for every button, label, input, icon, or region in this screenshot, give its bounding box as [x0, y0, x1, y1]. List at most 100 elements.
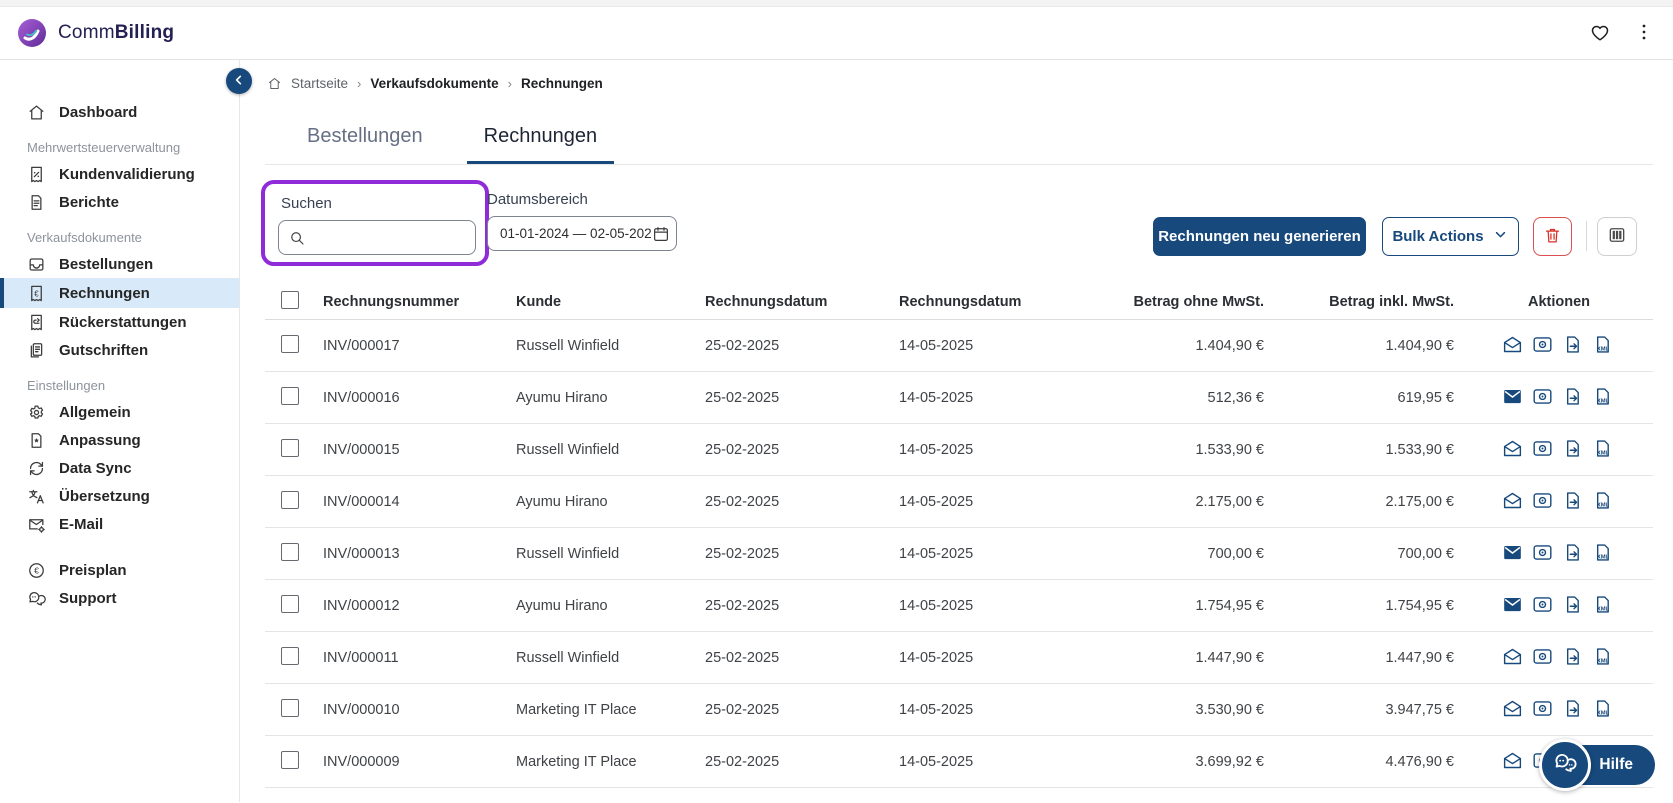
svg-text:XML: XML — [1597, 398, 1610, 404]
email-invoice-button[interactable] — [1502, 438, 1523, 462]
customer-cell: Russell Winfield — [516, 338, 705, 354]
row-checkbox[interactable] — [281, 387, 299, 405]
date-range-input[interactable]: 01-01-2024 — 02-05-202 — [487, 216, 677, 251]
email-invoice-button[interactable] — [1502, 698, 1523, 722]
tab-bestellungen[interactable]: Bestellungen — [290, 125, 440, 164]
sidebar-item-bersetzung[interactable]: Übersetzung — [0, 482, 239, 510]
sidebar-item-bestellungen[interactable]: Bestellungen — [0, 250, 239, 278]
sidebar-item-allgemein[interactable]: Allgemein — [0, 398, 239, 426]
view-invoice-button[interactable] — [1532, 334, 1553, 358]
view-invoice-button[interactable] — [1532, 646, 1553, 670]
export-invoice-button[interactable] — [1562, 334, 1583, 358]
sidebar-item-preisplan[interactable]: €Preisplan — [0, 556, 239, 584]
download-xml-button[interactable]: XML — [1592, 542, 1613, 566]
sidebar-item-kundenvalidierung[interactable]: Kundenvalidierung — [0, 160, 239, 188]
view-invoice-button[interactable] — [1532, 594, 1553, 618]
kebab-menu-icon — [1633, 21, 1655, 46]
customer-cell: Ayumu Hirano — [516, 598, 705, 614]
svg-text:XML: XML — [1597, 502, 1610, 508]
row-checkbox[interactable] — [281, 751, 299, 769]
sidebar-item-label: Rechnungen — [59, 285, 150, 302]
email-invoice-button[interactable] — [1502, 646, 1523, 670]
breadcrumb-separator: › — [508, 76, 512, 91]
gross-amount-cell: 1.754,95 € — [1264, 598, 1454, 614]
view-invoice-button[interactable] — [1532, 490, 1553, 514]
view-invoice-button[interactable] — [1532, 386, 1553, 410]
sidebar-item-rechnungen[interactable]: €Rechnungen — [0, 278, 239, 308]
home-icon — [27, 103, 46, 122]
export-invoice-button[interactable] — [1562, 490, 1583, 514]
email-invoice-button[interactable] — [1502, 750, 1523, 774]
export-invoice-button[interactable] — [1562, 438, 1583, 462]
col-rechnungsnummer: Rechnungsnummer — [323, 294, 516, 310]
email-invoice-button[interactable] — [1502, 334, 1523, 358]
email-invoice-button[interactable] — [1502, 490, 1523, 514]
sidebar-item-e-mail[interactable]: E-Mail — [0, 510, 239, 538]
row-checkbox[interactable] — [281, 543, 299, 561]
download-xml-button[interactable]: XML — [1592, 438, 1613, 462]
download-xml-button[interactable]: XML — [1592, 386, 1613, 410]
row-checkbox[interactable] — [281, 699, 299, 717]
commbilling-logo: CommBilling — [16, 17, 174, 49]
sidebar-item-r-ckerstattungen[interactable]: Rückerstattungen — [0, 308, 239, 336]
export-invoice-button[interactable] — [1562, 594, 1583, 618]
row-checkbox[interactable] — [281, 439, 299, 457]
search-input[interactable] — [279, 221, 475, 254]
net-amount-cell: 1.447,90 € — [1074, 650, 1264, 666]
invoice-viewer-icon — [1532, 438, 1553, 462]
sidebar-item-support[interactable]: Support — [0, 584, 239, 612]
table-row: INV/000013Russell Winfield25-02-202514-0… — [265, 528, 1653, 580]
col-kunde: Kunde — [516, 294, 705, 310]
email-invoice-button[interactable] — [1502, 542, 1523, 566]
sidebar-item-label: Support — [59, 590, 117, 607]
download-xml-button[interactable]: XML — [1592, 490, 1613, 514]
select-all-checkbox[interactable] — [281, 291, 299, 309]
email-invoice-button[interactable] — [1502, 386, 1523, 410]
sidebar-collapse-button[interactable] — [226, 68, 252, 94]
tab-rechnungen[interactable]: Rechnungen — [467, 125, 614, 164]
row-checkbox[interactable] — [281, 335, 299, 353]
mail-open-icon — [1502, 490, 1523, 514]
breadcrumb-startseite[interactable]: Startseite — [291, 76, 348, 91]
overflow-menu-button[interactable] — [1629, 17, 1659, 50]
document-export-icon — [1562, 334, 1583, 358]
mail-open-icon — [1502, 334, 1523, 358]
row-checkbox[interactable] — [281, 595, 299, 613]
sidebar-item-label: Übersetzung — [59, 488, 150, 505]
row-checkbox[interactable] — [281, 491, 299, 509]
breadcrumb-verkaufsdokumente[interactable]: Verkaufsdokumente — [370, 76, 498, 91]
commbilling-app: CommBilling DashboardMehrwertsteuerverwa… — [0, 0, 1673, 803]
net-amount-cell: 3.530,90 € — [1074, 702, 1264, 718]
invoice-number-cell: INV/000017 — [323, 338, 516, 354]
view-invoice-button[interactable] — [1532, 438, 1553, 462]
download-xml-button[interactable]: XML — [1592, 334, 1613, 358]
download-xml-button[interactable]: XML — [1592, 646, 1613, 670]
sidebar-item-gutschriften[interactable]: Gutschriften — [0, 336, 239, 364]
delete-button[interactable] — [1533, 217, 1572, 256]
bulk-actions-button[interactable]: Bulk Actions — [1382, 217, 1519, 256]
columns-icon — [1607, 225, 1627, 248]
sidebar-item-data-sync[interactable]: Data Sync — [0, 454, 239, 482]
export-invoice-button[interactable] — [1562, 386, 1583, 410]
email-invoice-button[interactable] — [1502, 594, 1523, 618]
download-xml-button[interactable]: XML — [1592, 698, 1613, 722]
view-invoice-button[interactable] — [1532, 698, 1553, 722]
row-checkbox[interactable] — [281, 647, 299, 665]
download-xml-button[interactable]: XML — [1592, 594, 1613, 618]
table-body: INV/000017Russell Winfield25-02-202514-0… — [265, 320, 1653, 788]
sidebar-item-dashboard[interactable]: Dashboard — [0, 98, 239, 126]
favorites-button[interactable] — [1585, 17, 1615, 50]
view-invoice-button[interactable] — [1532, 542, 1553, 566]
table-row: INV/000015Russell Winfield25-02-202514-0… — [265, 424, 1653, 476]
column-settings-button[interactable] — [1597, 217, 1637, 256]
sidebar-item-label: E-Mail — [59, 516, 103, 533]
regenerate-invoices-button[interactable]: Rechnungen neu generieren — [1153, 217, 1366, 256]
invoice-number-cell: INV/000016 — [323, 390, 516, 406]
col-rechnungsdatum-2: Rechnungsdatum — [899, 294, 1074, 310]
export-invoice-button[interactable] — [1562, 698, 1583, 722]
export-invoice-button[interactable] — [1562, 542, 1583, 566]
export-invoice-button[interactable] — [1562, 646, 1583, 670]
sidebar-item-anpassung[interactable]: Anpassung — [0, 426, 239, 454]
gross-amount-cell: 700,00 € — [1264, 546, 1454, 562]
sidebar-item-berichte[interactable]: Berichte — [0, 188, 239, 216]
